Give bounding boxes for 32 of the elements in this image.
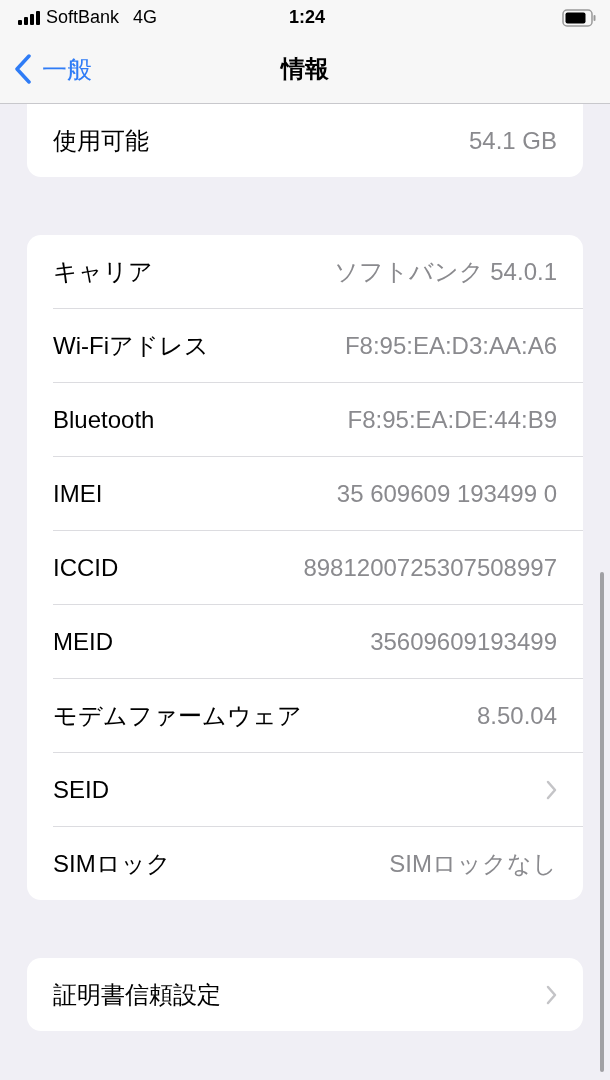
row-value: 35 609609 193499 0 <box>336 479 557 508</box>
status-time: 1:24 <box>288 7 326 28</box>
row-label: モデムファームウェア <box>53 700 302 731</box>
row-value: 35609609193499 <box>370 627 557 656</box>
back-chevron-icon <box>14 54 32 84</box>
row-value: 54.1 GB <box>468 126 557 155</box>
row-label: IMEI <box>53 479 103 508</box>
row-label: Bluetooth <box>53 405 155 434</box>
row-label: SEID <box>53 775 109 804</box>
page-title: 情報 <box>281 54 329 84</box>
signal-icon <box>18 10 40 25</box>
row-label: MEID <box>53 627 113 656</box>
network-type: 4G <box>133 7 158 28</box>
row-value: F8:95:EA:DE:44:B9 <box>347 405 557 434</box>
settings-row[interactable]: 証明書信頼設定 <box>53 958 583 1031</box>
row-label: キャリア <box>53 256 153 287</box>
battery-icon <box>562 8 596 27</box>
row-label: Wi-Fiアドレス <box>53 330 209 361</box>
row-label: SIMロック <box>53 848 171 879</box>
chevron-icon <box>546 779 557 800</box>
carrier-name: SoftBank <box>46 7 120 28</box>
row-value: ソフトバンク 54.0.1 <box>333 256 557 287</box>
row-label: 証明書信頼設定 <box>53 979 221 1010</box>
row-value: F8:95:EA:D3:AA:A6 <box>344 331 557 360</box>
row-label: ICCID <box>53 553 119 582</box>
chevron-icon <box>546 984 557 1005</box>
row-value: 8.50.04 <box>476 701 557 730</box>
row-label: 使用可能 <box>53 125 149 156</box>
row-value: SIMロックなし <box>389 848 557 879</box>
back-button[interactable]: 一般 <box>0 52 92 86</box>
row-value: 8981200725307508997 <box>303 553 557 582</box>
settings-row[interactable]: SEID <box>53 752 583 826</box>
